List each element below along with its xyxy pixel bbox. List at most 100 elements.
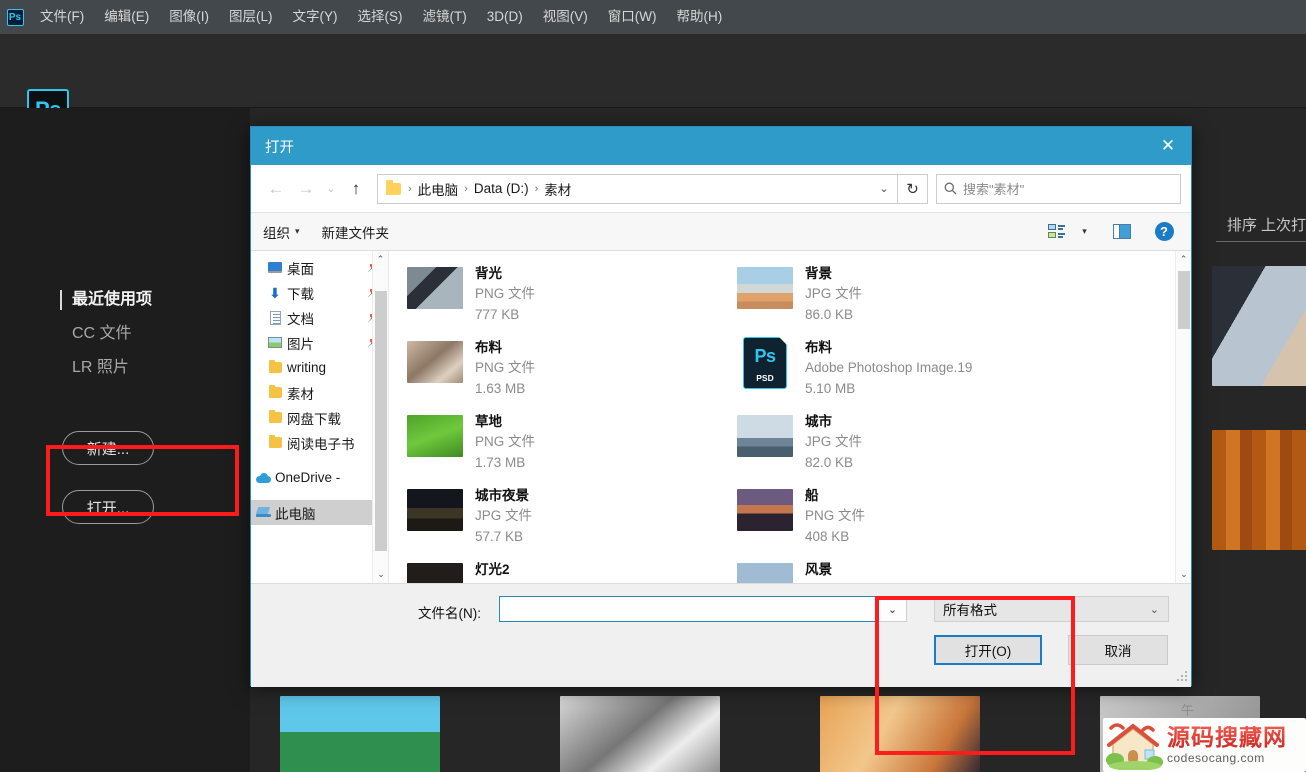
recent-locations-icon[interactable]: ⌄ — [321, 174, 341, 204]
start-nav-cc-files[interactable]: CC 文件 — [60, 322, 240, 346]
tree-item-label: 素材 — [287, 386, 314, 402]
filename-field[interactable] — [499, 596, 879, 622]
back-icon[interactable]: ← — [261, 174, 291, 204]
view-mode-dropdown[interactable]: ▾ — [1073, 219, 1091, 245]
file-meta: 布料 Adobe Photoshop Image.19 5.10 MB — [805, 337, 972, 399]
file-item[interactable]: 草地 PNG 文件 1.73 MB — [403, 405, 733, 479]
tree-item-desktop[interactable]: 桌面 📌 — [251, 255, 388, 280]
document-icon — [267, 310, 283, 325]
breadcrumb-this-pc[interactable]: 此电脑 — [415, 179, 462, 199]
preview-pane-button[interactable] — [1107, 219, 1137, 245]
file-type: PNG 文件 — [805, 508, 866, 523]
folder-icon — [267, 359, 283, 375]
start-nav-lr-photos[interactable]: LR 照片 — [60, 356, 240, 380]
psd-icon-psd-label: PSD — [756, 373, 774, 383]
open-document-button[interactable]: 打开... — [62, 490, 154, 524]
file-item[interactable]: 背光 PNG 文件 777 KB — [403, 257, 733, 331]
menu-layer[interactable]: 图层(L) — [219, 0, 283, 34]
recent-thumb-greyscale[interactable] — [560, 696, 720, 772]
file-item[interactable]: 城市 JPG 文件 82.0 KB — [733, 405, 1063, 479]
search-box[interactable]: 搜索"素材" — [936, 173, 1181, 204]
up-icon[interactable]: ↑ — [341, 174, 371, 204]
menu-type[interactable]: 文字(Y) — [283, 0, 348, 34]
tree-item-ebooks[interactable]: 阅读电子书 — [251, 430, 388, 455]
open-button[interactable]: 打开(O) — [934, 635, 1042, 665]
scroll-down-icon[interactable]: ⌄ — [373, 566, 388, 583]
dialog-title: 打开 — [265, 139, 294, 156]
breadcrumb[interactable]: › 此电脑 › Data (D:) › 素材 ⌄ — [377, 173, 898, 204]
file-thumbnail — [737, 563, 793, 583]
new-folder-button[interactable]: 新建文件夹 — [322, 222, 390, 242]
scroll-up-icon[interactable]: ⌃ — [373, 251, 388, 268]
organize-button[interactable]: 组织 ▾ — [263, 222, 300, 242]
tree-item-this-pc[interactable]: 此电脑 — [251, 500, 388, 525]
file-size: 86.0 KB — [805, 307, 854, 322]
sort-label[interactable]: 排序 上次打 — [1227, 214, 1306, 235]
refresh-icon[interactable]: ↻ — [898, 173, 928, 204]
tree-item-sucai[interactable]: 素材 — [251, 380, 388, 405]
menu-3d[interactable]: 3D(D) — [477, 0, 533, 34]
breadcrumb-data-drive[interactable]: Data (D:) — [471, 181, 532, 196]
file-item[interactable]: 船 PNG 文件 408 KB — [733, 479, 1063, 553]
tree-scroll-thumb[interactable] — [375, 291, 387, 551]
sort-underline — [1216, 241, 1306, 242]
close-icon[interactable]: ✕ — [1145, 127, 1191, 165]
menu-image[interactable]: 图像(I) — [159, 0, 219, 34]
navigation-tree-items: 桌面 📌 ⬇ 下载 📌 文档 📌 图片 — [251, 251, 388, 525]
recent-thumb-forest[interactable] — [280, 696, 440, 772]
scroll-up-icon[interactable]: ⌃ — [1176, 251, 1191, 268]
forward-icon[interactable]: → — [291, 174, 321, 204]
filename-input[interactable] — [500, 597, 878, 621]
tree-scrollbar[interactable]: ⌃ ⌄ — [372, 251, 388, 583]
help-button[interactable]: ? — [1149, 219, 1179, 245]
start-nav-lr-photos-label: LR 照片 — [72, 359, 129, 376]
file-list: 背光 PNG 文件 777 KB 背景 JPG 文件 86.0 KB 布料 PN… — [389, 251, 1191, 583]
start-nav-cc-files-label: CC 文件 — [72, 325, 132, 342]
menu-edit[interactable]: 编辑(E) — [94, 0, 159, 34]
tree-item-netdisk[interactable]: 网盘下载 — [251, 405, 388, 430]
menu-filter[interactable]: 滤镜(T) — [413, 0, 477, 34]
dialog-footer: 文件名(N): ⌄ 所有格式 ⌄ 打开(O) 取消 — [251, 583, 1191, 687]
filename-dropdown-icon[interactable]: ⌄ — [879, 596, 907, 622]
cancel-button[interactable]: 取消 — [1068, 635, 1168, 665]
tree-item-label: 网盘下载 — [287, 411, 341, 427]
menu-help[interactable]: 帮助(H) — [666, 0, 732, 34]
view-mode-button[interactable] — [1041, 219, 1071, 245]
folder-icon — [267, 409, 283, 425]
file-item[interactable]: 风景 — [733, 553, 1063, 583]
list-view-icon — [1047, 224, 1065, 239]
chevron-down-icon: ⌄ — [1149, 603, 1159, 616]
tree-item-onedrive[interactable]: OneDrive - — [251, 465, 388, 490]
menu-file[interactable]: 文件(F) — [30, 0, 94, 34]
file-list-scrollbar[interactable]: ⌃ ⌄ — [1175, 251, 1191, 583]
tree-item-downloads[interactable]: ⬇ 下载 📌 — [251, 280, 388, 305]
new-document-button[interactable]: 新建... — [62, 431, 154, 465]
file-item[interactable]: 布料 PNG 文件 1.63 MB — [403, 331, 733, 405]
recent-thumb-portrait[interactable] — [1212, 266, 1306, 386]
scroll-down-icon[interactable]: ⌄ — [1176, 566, 1191, 583]
tree-item-documents[interactable]: 文档 📌 — [251, 305, 388, 330]
file-item[interactable]: Ps PSD 布料 Adobe Photoshop Image.19 5.10 … — [733, 331, 1063, 405]
file-size: 57.7 KB — [475, 529, 524, 544]
ps-logo-icon: Ps — [6, 8, 24, 26]
file-type-filter[interactable]: 所有格式 ⌄ — [934, 596, 1169, 622]
file-item[interactable]: 灯光2 — [403, 553, 733, 583]
tree-item-pictures[interactable]: 图片 📌 — [251, 330, 388, 355]
search-placeholder: 搜索"素材" — [963, 182, 1025, 197]
menu-select[interactable]: 选择(S) — [348, 0, 413, 34]
recent-thumb-wood[interactable] — [1212, 430, 1306, 550]
chevron-down-icon[interactable]: ⌄ — [871, 175, 897, 203]
breadcrumb-current-folder[interactable]: 素材 — [541, 179, 574, 199]
file-list-scroll-thumb[interactable] — [1178, 271, 1190, 329]
resize-grip[interactable] — [1175, 671, 1188, 684]
tree-item-writing[interactable]: writing — [251, 355, 388, 380]
tree-item-label: 下载 — [287, 286, 314, 302]
file-item[interactable]: 城市夜景 JPG 文件 57.7 KB — [403, 479, 733, 553]
menu-window[interactable]: 窗口(W) — [598, 0, 667, 34]
file-item[interactable]: 背景 JPG 文件 86.0 KB — [733, 257, 1063, 331]
start-nav-recent[interactable]: 最近使用项 — [60, 288, 240, 312]
menu-view[interactable]: 视图(V) — [533, 0, 598, 34]
file-size: 1.63 MB — [475, 381, 526, 396]
tree-item-label: writing — [287, 360, 327, 375]
recent-thumb-hat-woman[interactable] — [820, 696, 980, 772]
